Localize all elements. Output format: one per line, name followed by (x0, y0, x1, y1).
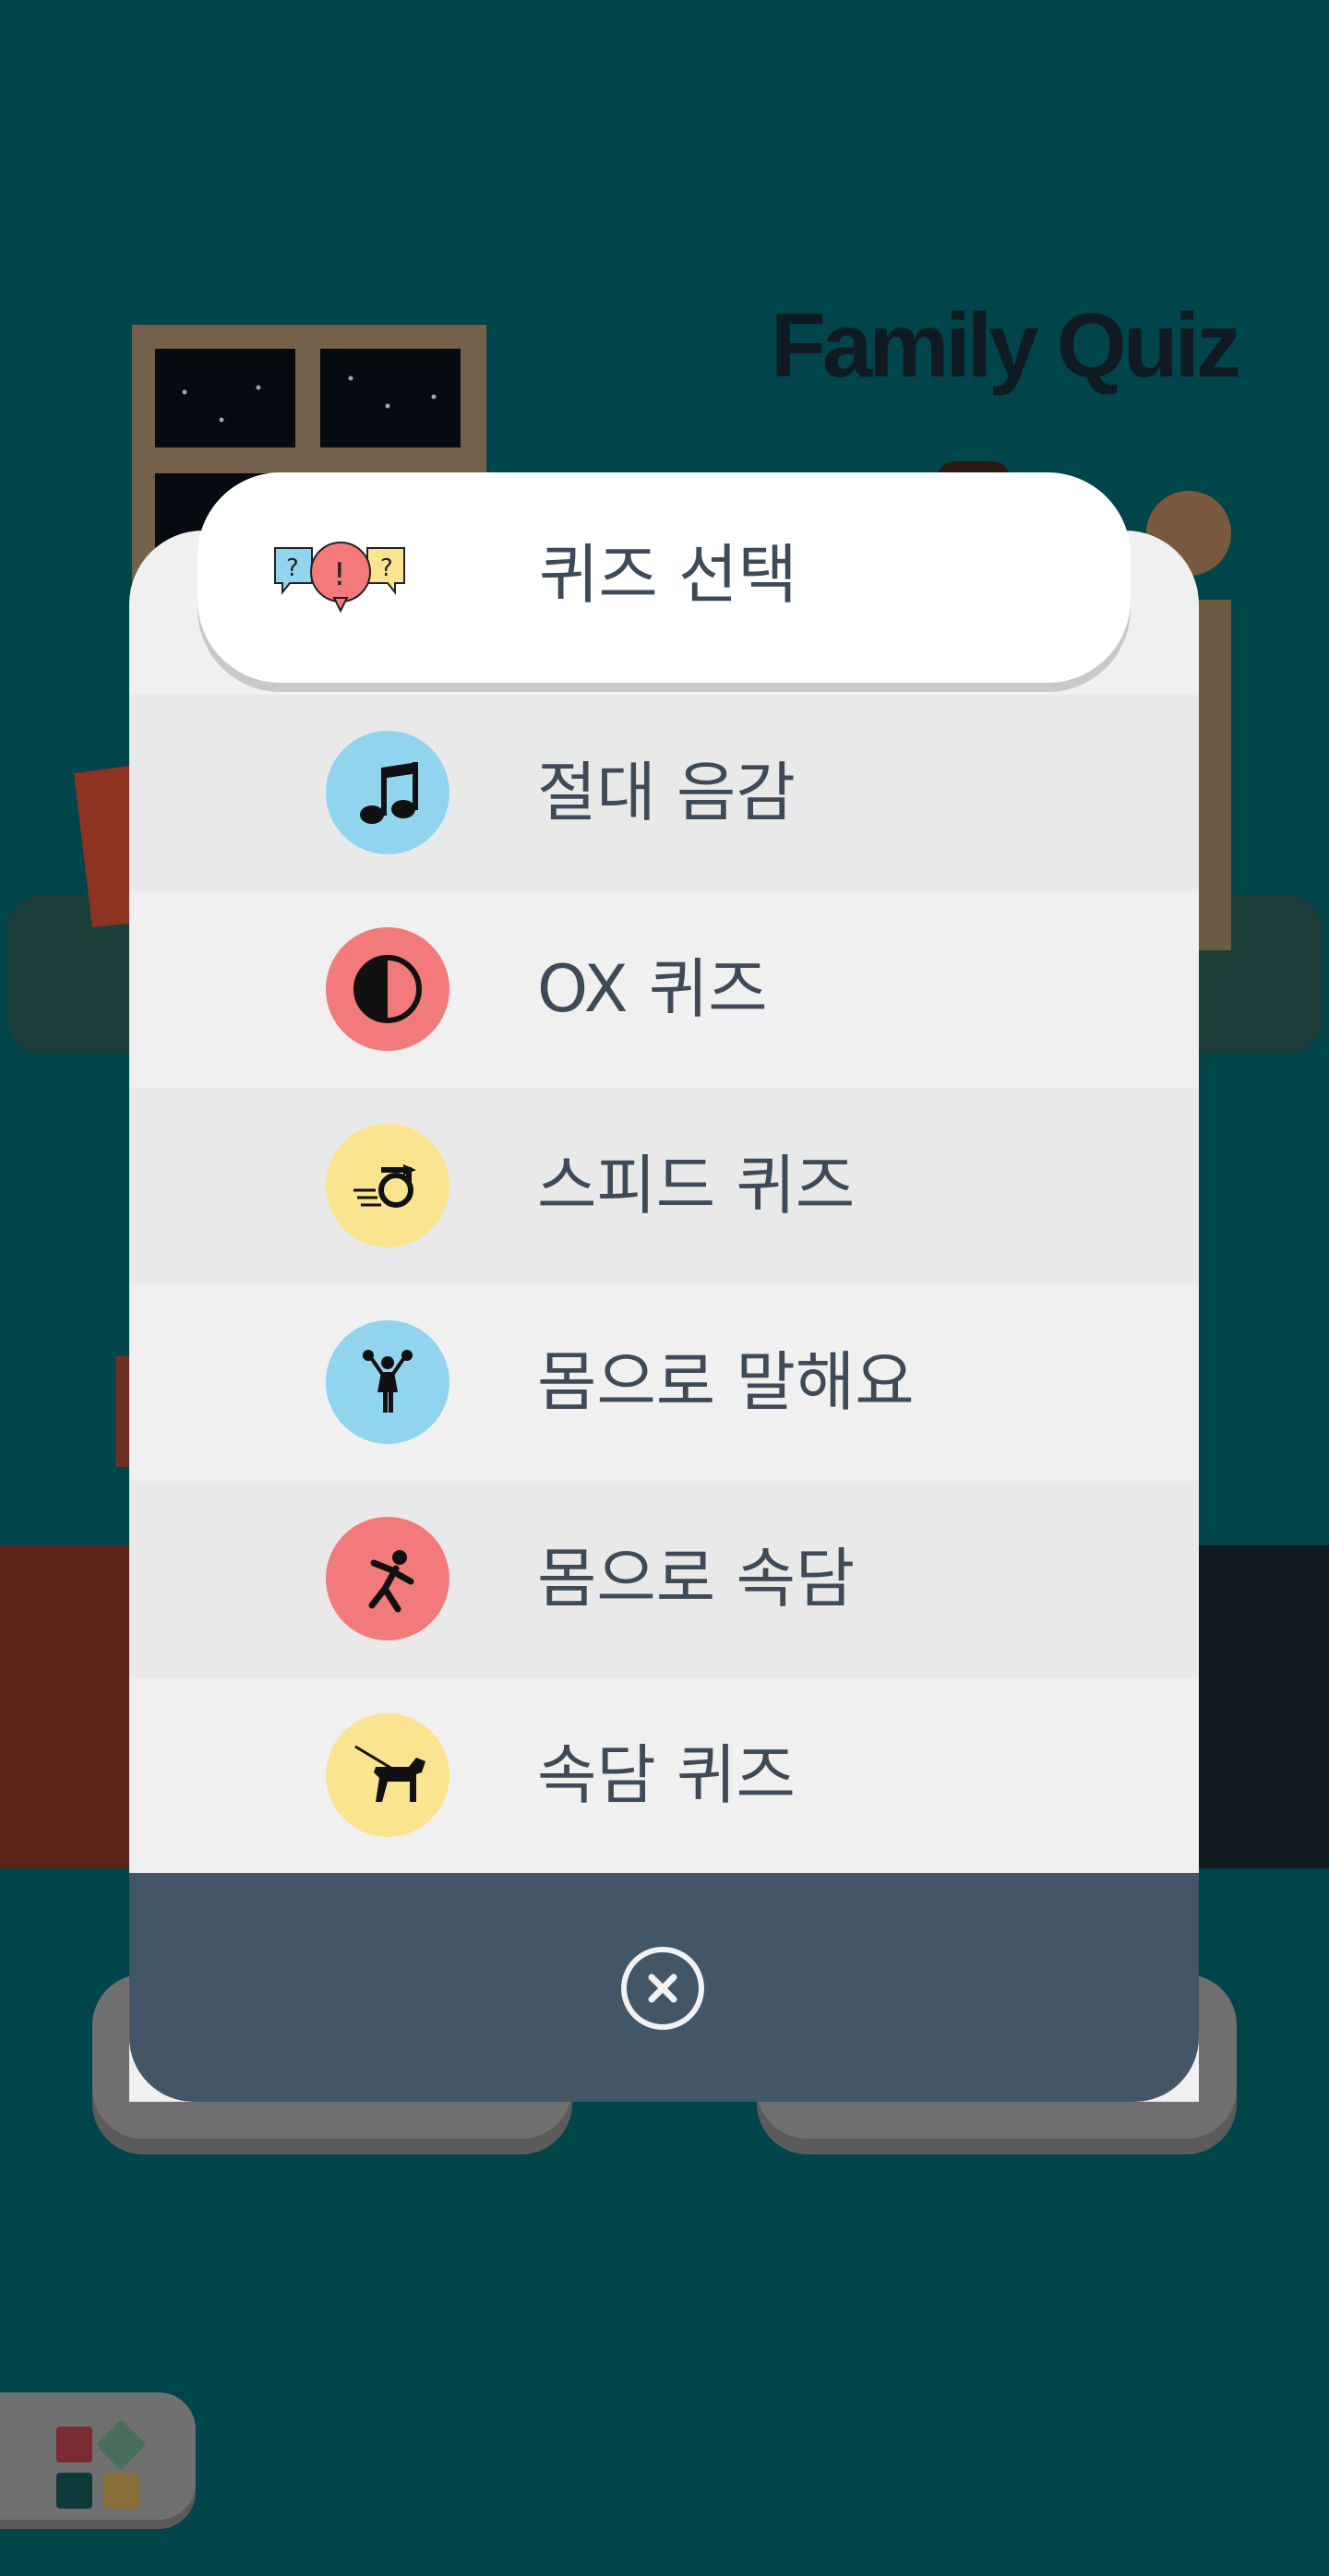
quiz-item-label: 절대 음감 (537, 755, 796, 830)
modal-header: ? ? ! 퀴즈 선택 (198, 472, 1131, 683)
close-circle-icon (621, 1947, 704, 2030)
close-button[interactable] (618, 1944, 707, 2033)
quiz-item-label: 속담 퀴즈 (537, 1737, 796, 1813)
app-title: Family Quiz (771, 294, 1241, 396)
half-circle-icon (326, 927, 449, 1051)
svg-text:!: ! (333, 556, 346, 593)
quiz-item-ox[interactable]: OX 퀴즈 (129, 891, 1199, 1088)
dancer-icon (326, 1517, 449, 1640)
modal-title: 퀴즈 선택 (539, 537, 797, 613)
app-grid-icon (56, 2420, 145, 2509)
music-note-icon (326, 731, 449, 854)
quiz-item-body-talk[interactable]: 몸으로 말해요 (129, 1284, 1199, 1481)
quiz-item-label: 몸으로 말해요 (537, 1344, 915, 1420)
svg-text:?: ? (286, 555, 299, 582)
speed-hand-icon (326, 1124, 449, 1247)
quiz-item-label: OX 퀴즈 (537, 951, 768, 1027)
quiz-item-label: 스피드 퀴즈 (537, 1148, 856, 1223)
app-launcher-button[interactable] (0, 2392, 196, 2520)
quiz-item-speed[interactable]: 스피드 퀴즈 (129, 1088, 1199, 1284)
quiz-bubbles-icon: ? ? ! (274, 542, 405, 614)
quiz-item-proverb[interactable]: 속담 퀴즈 (129, 1677, 1199, 1874)
quiz-item-body-proverb[interactable]: 몸으로 속담 (129, 1481, 1199, 1677)
quiz-item-absolute-pitch[interactable]: 절대 음감 (129, 695, 1199, 891)
dog-walking-icon (326, 1713, 449, 1837)
cheerleader-icon (326, 1320, 449, 1444)
svg-text:?: ? (380, 555, 393, 582)
quiz-item-label: 몸으로 속담 (537, 1541, 856, 1616)
